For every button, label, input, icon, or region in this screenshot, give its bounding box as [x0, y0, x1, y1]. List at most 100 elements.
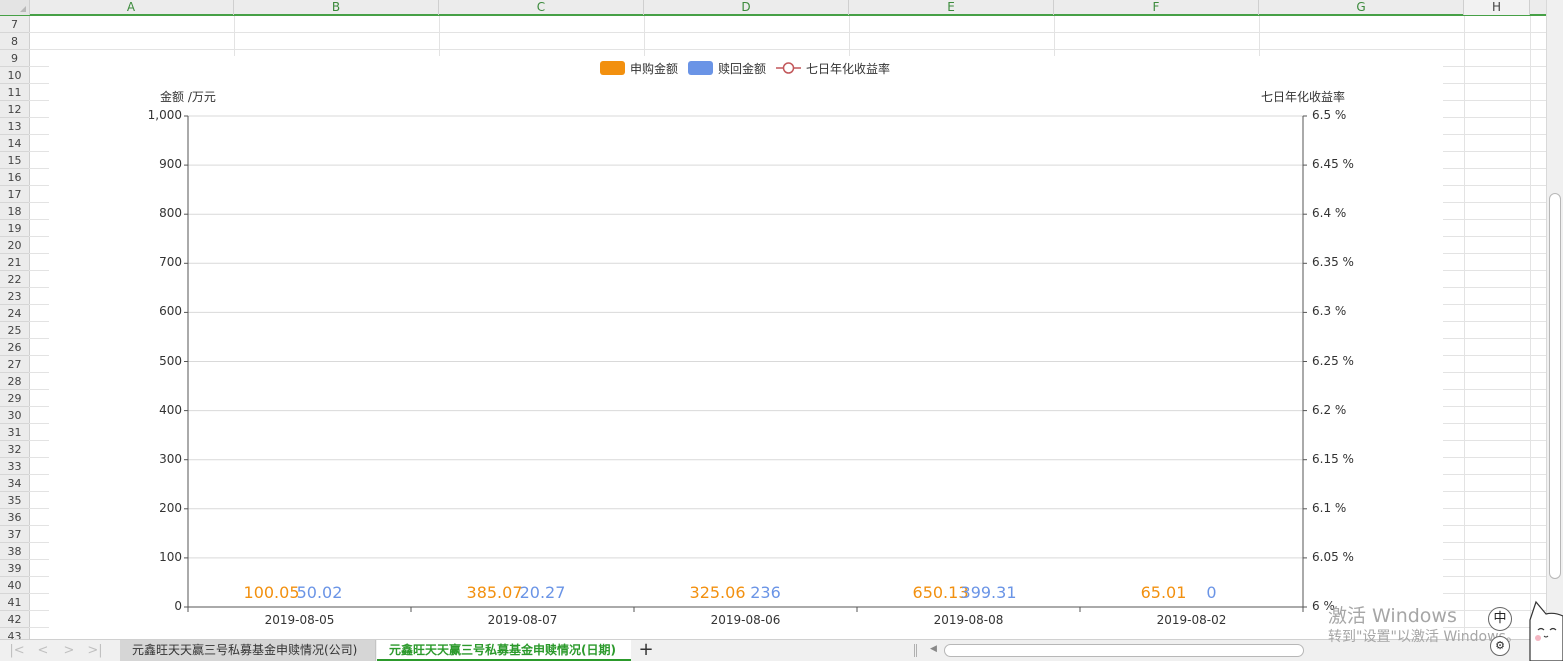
- row-header-20[interactable]: 20: [0, 237, 29, 254]
- row-header-23[interactable]: 23: [0, 288, 29, 305]
- row-header-25[interactable]: 25: [0, 322, 29, 339]
- y-right-tick-label: 6.2 %: [1312, 402, 1347, 417]
- y-right-tick-label: 6.5 %: [1312, 108, 1347, 122]
- grid-vline: [1464, 16, 1465, 639]
- y-right-tick-label: 6.4 %: [1312, 206, 1347, 221]
- row-header-31[interactable]: 31: [0, 424, 29, 441]
- sheet-tab-company[interactable]: 元鑫旺天天赢三号私募基金申赎情况(公司): [120, 640, 376, 661]
- row-header-17[interactable]: 17: [0, 186, 29, 203]
- row-header-43[interactable]: 43: [0, 628, 29, 639]
- legend-item-rate[interactable]: 七日年化收益率: [776, 60, 890, 77]
- column-header-e[interactable]: E: [849, 0, 1054, 15]
- last-sheet-button[interactable]: >|: [86, 642, 104, 660]
- legend-swatch-rate: [776, 62, 802, 74]
- y-right-tick-label: 6.25 %: [1312, 353, 1354, 368]
- row-header-40[interactable]: 40: [0, 577, 29, 594]
- tab-split-handle[interactable]: [914, 644, 917, 657]
- row-header-27[interactable]: 27: [0, 356, 29, 373]
- ime-indicator[interactable]: 中: [1488, 607, 1512, 631]
- row-header-7[interactable]: 7: [0, 16, 29, 33]
- legend-item-redeem[interactable]: 赎回金额: [688, 60, 766, 77]
- y-axis-right-title: 七日年化收益率: [1261, 90, 1346, 104]
- legend-label-rate: 七日年化收益率: [806, 61, 891, 76]
- row-header-13[interactable]: 13: [0, 118, 29, 135]
- y-left-tick-label: 900: [159, 157, 182, 172]
- row-header-16[interactable]: 16: [0, 169, 29, 186]
- prev-sheet-button[interactable]: <: [34, 642, 52, 660]
- data-label-redeem: 20.27: [519, 583, 566, 602]
- row-header-30[interactable]: 30: [0, 407, 29, 424]
- grid-hline: [29, 32, 1546, 33]
- column-header-g[interactable]: G: [1259, 0, 1464, 15]
- x-tick-label: 2019-08-02: [1156, 613, 1227, 627]
- ime-settings-icon[interactable]: ⚙: [1490, 636, 1510, 656]
- sheet-tab-date[interactable]: 元鑫旺天天赢三号私募基金申赎情况(日期): [377, 640, 631, 661]
- row-header-33[interactable]: 33: [0, 458, 29, 475]
- y-left-tick-label: 600: [159, 304, 182, 319]
- row-header-24[interactable]: 24: [0, 305, 29, 322]
- row-header-18[interactable]: 18: [0, 203, 29, 220]
- data-label-redeem: 0: [1206, 583, 1217, 602]
- row-header-11[interactable]: 11: [0, 84, 29, 101]
- y-right-tick-label: 6.35 %: [1312, 255, 1354, 270]
- vertical-scrollbar[interactable]: [1546, 0, 1563, 639]
- y-left-tick-label: 1,000: [147, 108, 182, 122]
- column-header-h[interactable]: H: [1464, 0, 1530, 15]
- x-tick-label: 2019-08-08: [933, 613, 1004, 627]
- legend-label-subscribe: 申购金额: [630, 61, 679, 76]
- column-header-b[interactable]: B: [234, 0, 439, 15]
- x-tick-label: 2019-08-05: [264, 613, 335, 627]
- legend-swatch-redeem: [688, 61, 714, 75]
- row-header-15[interactable]: 15: [0, 152, 29, 169]
- row-header-12[interactable]: 12: [0, 101, 29, 118]
- cat-mascot-icon: [1529, 600, 1563, 661]
- x-tick-label: 2019-08-07: [487, 613, 558, 627]
- y-left-tick-label: 800: [159, 206, 182, 221]
- y-left-tick-label: 500: [159, 353, 182, 368]
- scroll-left-arrow-icon[interactable]: ◀: [930, 644, 937, 654]
- row-header-38[interactable]: 38: [0, 543, 29, 560]
- row-header-28[interactable]: 28: [0, 373, 29, 390]
- legend-swatch-subscribe: [600, 61, 625, 75]
- vertical-scroll-thumb[interactable]: [1549, 193, 1561, 579]
- y-left-tick-label: 0: [174, 599, 182, 613]
- column-header-a[interactable]: A: [29, 0, 234, 15]
- row-header-14[interactable]: 14: [0, 135, 29, 152]
- add-sheet-button[interactable]: +: [636, 640, 656, 661]
- y-right-tick-label: 6.15 %: [1312, 451, 1354, 466]
- data-label-subscribe: 65.01: [1140, 583, 1187, 602]
- chart-legend: 申购金额 赎回金额 七日年化收益率: [600, 60, 900, 76]
- row-header-22[interactable]: 22: [0, 271, 29, 288]
- legend-item-subscribe[interactable]: 申购金额: [600, 60, 678, 77]
- y-left-tick-label: 400: [159, 402, 182, 417]
- column-header-d[interactable]: D: [644, 0, 849, 15]
- row-header-10[interactable]: 10: [0, 67, 29, 84]
- row-header-8[interactable]: 8: [0, 33, 29, 50]
- row-header-36[interactable]: 36: [0, 509, 29, 526]
- row-header-32[interactable]: 32: [0, 441, 29, 458]
- row-header-41[interactable]: 41: [0, 594, 29, 611]
- chart-area[interactable]: [49, 56, 1443, 639]
- horizontal-scroll-thumb[interactable]: [944, 644, 1304, 657]
- row-header-37[interactable]: 37: [0, 526, 29, 543]
- data-label-redeem: 236: [750, 583, 781, 602]
- column-header-c[interactable]: C: [439, 0, 644, 15]
- row-header-21[interactable]: 21: [0, 254, 29, 271]
- row-header-9[interactable]: 9: [0, 50, 29, 67]
- row-header-29[interactable]: 29: [0, 390, 29, 407]
- row-header-19[interactable]: 19: [0, 220, 29, 237]
- row-header-34[interactable]: 34: [0, 475, 29, 492]
- column-header-f[interactable]: F: [1054, 0, 1259, 15]
- y-left-tick-label: 200: [159, 500, 182, 515]
- row-header-42[interactable]: 42: [0, 611, 29, 628]
- next-sheet-button[interactable]: >: [60, 642, 78, 660]
- legend-label-redeem: 赎回金额: [718, 61, 767, 76]
- row-header-35[interactable]: 35: [0, 492, 29, 509]
- y-right-tick-label: 6.3 %: [1312, 304, 1347, 319]
- first-sheet-button[interactable]: |<: [8, 642, 26, 660]
- row-header-39[interactable]: 39: [0, 560, 29, 577]
- x-tick-label: 2019-08-06: [710, 613, 781, 627]
- select-all-corner[interactable]: [0, 0, 30, 15]
- row-header-26[interactable]: 26: [0, 339, 29, 356]
- y-left-tick-label: 100: [159, 549, 182, 564]
